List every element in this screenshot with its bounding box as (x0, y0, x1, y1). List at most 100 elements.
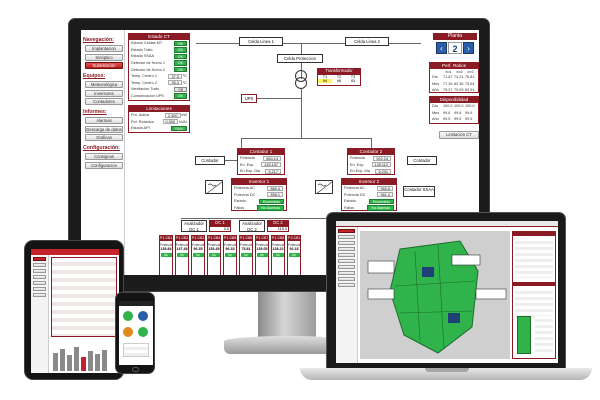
celda-linea-2[interactable]: Celda Linea 2 (345, 37, 389, 46)
analizador-dc-1[interactable]: Analizador DC 1 (181, 220, 207, 232)
laptop-nav-item[interactable] (338, 235, 355, 239)
ups-box[interactable]: UPS (241, 94, 257, 103)
tablet-bar-chart (53, 347, 107, 371)
nav-configuracion-button[interactable]: Configuracion (85, 161, 123, 169)
laptop-nav-item[interactable] (338, 283, 355, 287)
string-box-value: 92.18 (289, 247, 299, 251)
laptop-data-panel (512, 231, 556, 359)
string-box[interactable]: P.1.CB5 Potencia 96.33 OK (223, 235, 237, 275)
string-box[interactable]: P.1.CB3 Potencia 96.35 OK (191, 235, 205, 275)
contador-1-panel: Contador 1 Potencia 864.14 En. Exp. 145.15… (237, 148, 285, 175)
tablet-nav-item[interactable] (33, 257, 46, 261)
phone-status-icon[interactable] (123, 311, 133, 321)
contador-ssaa-box[interactable]: Contador SSAA (403, 186, 435, 197)
laptop-nav-item[interactable] (338, 247, 355, 251)
nav-inversores-button[interactable]: Inversores (85, 89, 123, 97)
limitacion-ct-button[interactable]: Limitacion CT (439, 130, 479, 139)
phone-home-button[interactable] (132, 367, 139, 372)
laptop-data-table (515, 238, 553, 278)
inversor-1-panel: Inversor 1 Potencia AC 889.4 Potencia DC 8… (231, 178, 287, 211)
trafo-temp-value: 83 (351, 79, 355, 83)
nav-consignas-button[interactable]: Consignas (85, 153, 123, 160)
analizador-dc-2[interactable]: Analizador DC 2 (239, 220, 265, 232)
string-box-status: OK (160, 253, 172, 257)
tablet-nav-item[interactable] (33, 275, 46, 279)
string-box-status: OK (208, 253, 220, 257)
tablet-nav-item[interactable] (33, 287, 46, 291)
tablet-nav-item[interactable] (33, 269, 46, 273)
feeder-line (241, 138, 371, 139)
string-box-title: P.2.CB1 (288, 236, 300, 241)
inverter-label: Potencia AC (344, 186, 365, 191)
contador-2-side-box[interactable]: Contador (407, 156, 437, 165)
nav-meteorologica-button[interactable]: Meteorológica (85, 81, 123, 88)
status-label: Comunicacion UPS (131, 94, 164, 99)
status-badge: OK (173, 93, 187, 99)
unit-label: ºC (182, 80, 187, 85)
phone-data-list (123, 343, 149, 357)
string-box-status: OK (176, 253, 188, 257)
nav-sinoptico-button[interactable]: Sinóptico (85, 53, 123, 61)
phone-status-icon[interactable] (138, 327, 148, 337)
temp-value: 35.3 (167, 80, 182, 86)
tablet-table (51, 257, 117, 337)
string-box-value: 135.84 (160, 247, 172, 251)
planta-next-button[interactable]: › (463, 42, 474, 54)
nav-contadores-button[interactable]: Contadores (85, 98, 123, 105)
tablet-nav (31, 255, 49, 373)
laptop-nav-item[interactable] (338, 241, 355, 245)
availability-value: 100.0 (454, 104, 464, 109)
period-label: Año (432, 117, 439, 122)
phone-status-icon[interactable] (123, 327, 133, 337)
tablet-nav-item[interactable] (33, 293, 46, 297)
celda-proteccion[interactable]: Celda Proteccion (277, 54, 323, 63)
status-row: Ventilacion Trafo Off (129, 86, 189, 93)
nav-descarga-button[interactable]: Descarga de datos (85, 125, 123, 133)
string-box-title: P.1.CB5 (224, 236, 236, 241)
laptop-nav-item[interactable] (338, 253, 355, 257)
meter-value: 5,201 (375, 168, 391, 175)
laptop-nav-item[interactable] (338, 277, 355, 281)
status-row: Comunicacion UPS OK (129, 93, 189, 100)
nav-section-navegacion: Navegación: (83, 37, 114, 43)
string-box[interactable]: P.1.CB2 Potencia 147.48 OK (175, 235, 189, 275)
availability-value: 99.5 (454, 117, 462, 122)
string-box[interactable]: P.1.CB7 Potencia 135.05 OK (255, 235, 269, 275)
status-label: Temp. Centro 1 (131, 74, 157, 79)
laptop-nav-item[interactable] (338, 265, 355, 269)
inverter-label: Potencia DC (344, 192, 366, 197)
limit-label: Pot. Activa (131, 113, 149, 118)
string-box[interactable]: P.1.CB4 Potencia 153.45 OK (207, 235, 221, 275)
tablet-nav-item[interactable] (33, 263, 46, 267)
status-row: Temp. Centro 1 37.3 ºC (129, 73, 189, 80)
string-box[interactable]: P.2.CB1 Potencia 92.18 OK (287, 235, 301, 275)
string-box-title: P.1.CB1 (160, 236, 172, 241)
celda-linea-1[interactable]: Celda Linea 1 (239, 37, 283, 46)
status-row: Detector de Humo 2 OK (129, 66, 189, 73)
nav-implantacion-button[interactable]: Implantacion (85, 45, 123, 52)
nav-graficas-button[interactable]: Graficas (85, 134, 123, 141)
nav-alarmas-button[interactable]: Alarmas (85, 117, 123, 124)
laptop-nav-item[interactable] (338, 229, 355, 233)
inverter-icon (315, 180, 333, 195)
string-box[interactable]: P.1.CB8 Potencia 128.22 OK (271, 235, 285, 275)
nav-subestacion-button[interactable]: Subestacion (85, 62, 123, 69)
contador-box[interactable]: Contador (195, 156, 225, 165)
status-badge: OK (173, 40, 187, 46)
col-header: Inv1 (445, 69, 452, 74)
laptop-nav-item[interactable] (338, 271, 355, 275)
status-label: Ventilacion Trafo (131, 87, 160, 92)
planta-prev-button[interactable]: ‹ (436, 42, 447, 54)
meter-label: Potencia (350, 156, 365, 161)
laptop-nav-item[interactable] (338, 259, 355, 263)
tablet-nav-item[interactable] (33, 281, 46, 285)
meter-value: 922.24 (373, 155, 391, 161)
transformer-icon (295, 77, 307, 89)
string-box[interactable]: P.1.CB6 Potencia 75.81 OK (239, 235, 253, 275)
phone-screen (119, 301, 153, 365)
limit-row: Estado API RUN (129, 125, 189, 132)
availability-value: 99.6 (443, 110, 451, 115)
string-box-value: 96.35 (193, 247, 203, 251)
phone-status-icon[interactable] (138, 311, 148, 321)
string-box[interactable]: P.1.CB1 Potencia 135.84 OK (159, 235, 173, 275)
